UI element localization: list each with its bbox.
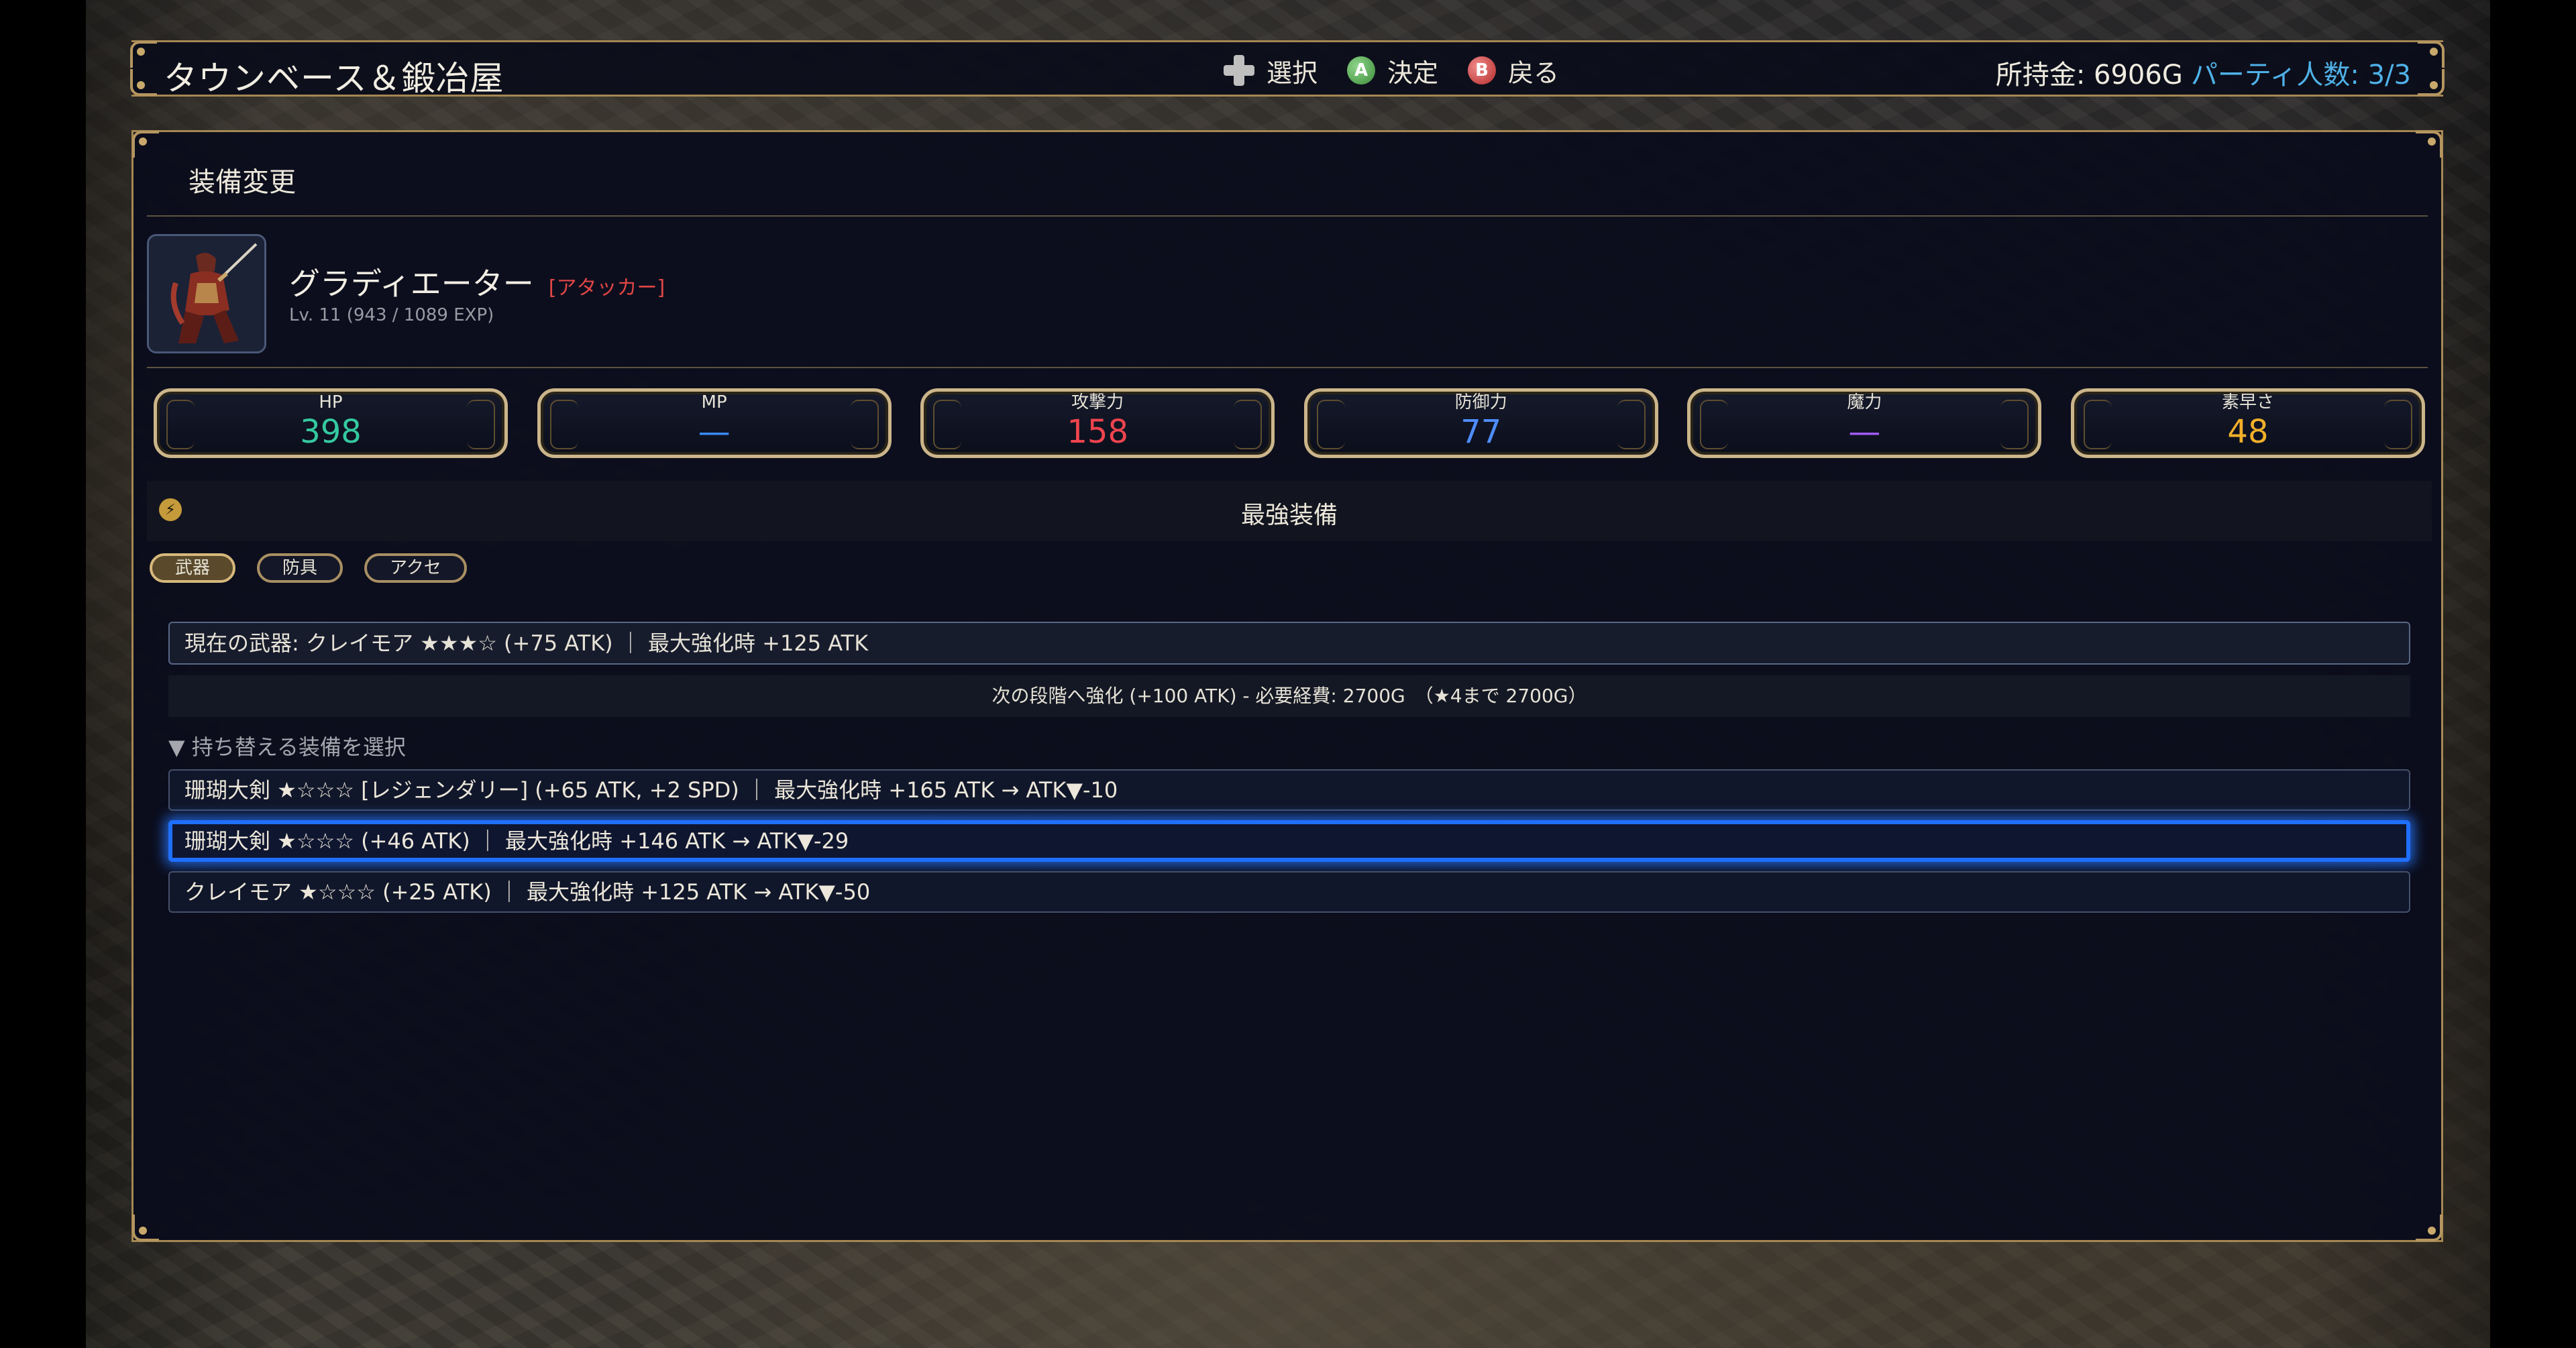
hint-back-label: 戻る [1508, 58, 1560, 88]
b-button-icon: B [1468, 56, 1497, 85]
party-count: パーティ人数: 3/3 [2190, 60, 2411, 91]
stat-value: — [1848, 413, 1881, 451]
list-item[interactable]: クレイモア ★☆☆☆ (+25 ATK) ｜ 最大強化時 +125 ATK → … [168, 871, 2410, 913]
stat-label: HP [319, 392, 343, 412]
equip-category-tabs: 武器 防具 アクセ [150, 553, 467, 583]
stat-hp: HP 398 [154, 388, 508, 458]
ornament-corner-icon [132, 1215, 159, 1241]
control-hints: 選択 A 決定 B 戻る [1224, 53, 1572, 88]
ornament-corner-icon [2418, 41, 2445, 68]
hint-select: 選択 [1224, 52, 1318, 89]
stat-label: 魔力 [1847, 392, 1882, 412]
list-item[interactable]: 珊瑚大剣 ★☆☆☆ [レジェンダリー] (+65 ATK, +2 SPD) ｜ … [168, 769, 2410, 811]
stat-value: 158 [1067, 413, 1128, 451]
ornament-corner-icon [2416, 1215, 2443, 1241]
screen-title: タウンベース＆鍛冶屋 [164, 59, 504, 98]
tab-accessory[interactable]: アクセ [364, 553, 467, 583]
gold-amount: 所持金: 6906G [1995, 60, 2183, 91]
hint-confirm: A 決定 [1347, 52, 1438, 89]
tab-weapon[interactable]: 武器 [150, 553, 236, 583]
gladiator-portrait-icon [149, 236, 264, 351]
stat-value: 77 [1460, 413, 1502, 451]
stat-value: — [698, 413, 731, 451]
best-equip-label: 最強装備 [1240, 502, 1338, 529]
ornament-corner-icon [2416, 131, 2443, 158]
ornament-corner-icon [132, 131, 159, 158]
divider [147, 367, 2428, 368]
stat-label: MP [701, 392, 727, 412]
equipment-list-header[interactable]: ▼ 持ち替える装備を選択 [168, 730, 406, 761]
stat-label: 防御力 [1454, 392, 1507, 412]
character-portrait [147, 234, 266, 353]
character-name: グラディエーター [アタッカー] [289, 260, 665, 304]
ornament-corner-icon [2418, 69, 2445, 96]
top-bar: タウンベース＆鍛冶屋 選択 A 決定 B 戻る 所持金: 6906G パーティ人… [130, 40, 2445, 98]
equipment-list: 珊瑚大剣 ★☆☆☆ [レジェンダリー] (+65 ATK, +2 SPD) ｜ … [168, 769, 2410, 922]
resources: 所持金: 6906G パーティ人数: 3/3 [1996, 53, 2411, 92]
hint-select-label: 選択 [1267, 58, 1318, 88]
stat-magic: 魔力 — [1687, 388, 2042, 458]
character-level: Lv. 11 (943 / 1089 EXP) [289, 305, 494, 325]
ornament-corner-icon [130, 69, 157, 96]
stat-value: 48 [2227, 413, 2269, 451]
best-equip-button[interactable]: ⚡ 最強装備 [147, 481, 2432, 541]
stat-speed: 素早さ 48 [2070, 388, 2425, 458]
ornament-corner-icon [130, 41, 157, 68]
stat-defense: 防御力 77 [1303, 388, 1658, 458]
tab-armor[interactable]: 防具 [257, 553, 343, 583]
hint-back: B 戻る [1468, 52, 1559, 89]
list-item-selected[interactable]: 珊瑚大剣 ★☆☆☆ (+46 ATK) ｜ 最大強化時 +146 ATK → A… [168, 820, 2410, 862]
upgrade-button[interactable]: 次の段階へ強化 (+100 ATK) - 必要経費: 2700G （★4まで 2… [168, 675, 2410, 717]
character-role: [アタッカー] [548, 276, 665, 300]
stat-mp: MP — [537, 388, 892, 458]
stat-value: 398 [300, 413, 362, 451]
a-button-icon: A [1347, 56, 1376, 85]
stat-row: HP 398 MP — 攻撃力 158 防御力 77 魔力 — 素早さ 48 [154, 388, 2425, 458]
current-weapon-info: 現在の武器: クレイモア ★★★☆ (+75 ATK) ｜ 最大強化時 +125… [168, 622, 2410, 665]
panel-title: 装備変更 [189, 167, 296, 198]
divider [147, 215, 2428, 217]
stat-attack: 攻撃力 158 [920, 388, 1275, 458]
stat-label: 攻撃力 [1071, 392, 1124, 412]
stat-label: 素早さ [2221, 392, 2274, 412]
dpad-icon [1224, 55, 1254, 86]
hint-confirm-label: 決定 [1387, 58, 1439, 88]
character-name-text: グラディエーター [289, 266, 534, 302]
equipment-panel: 装備変更 グラディエーター [アタッカー] Lv. 11 (943 / 1089 … [131, 130, 2443, 1242]
